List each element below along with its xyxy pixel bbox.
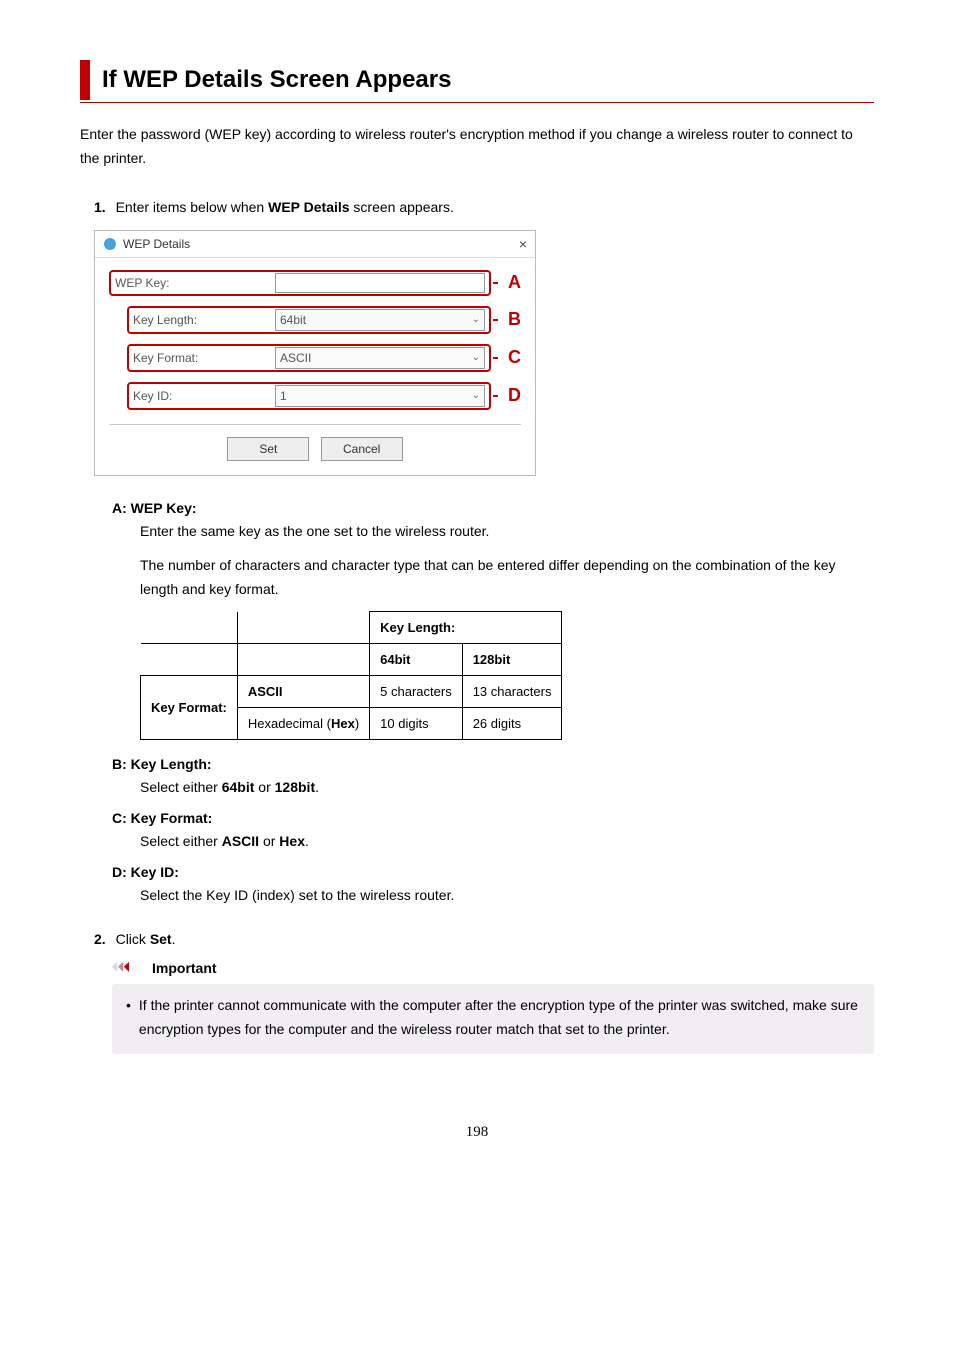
dialog-divider: [109, 424, 521, 425]
intro-text: Enter the password (WEP key) according t…: [80, 123, 874, 171]
def-c-body: Select either ASCII or Hex.: [140, 830, 874, 854]
th-64bit: 64bit: [370, 644, 463, 676]
key-length-select[interactable]: 64bit ⌄: [275, 309, 485, 331]
step1-number: 1.: [94, 199, 106, 215]
key-id-label: Key ID:: [133, 389, 275, 403]
wep-key-input[interactable]: [275, 273, 485, 293]
key-length-label: Key Length:: [133, 313, 275, 327]
key-id-value: 1: [280, 389, 287, 403]
key-format-select[interactable]: ASCII ⌄: [275, 347, 485, 369]
td-hex-64: 10 digits: [370, 708, 463, 740]
callout-letter-a: A: [508, 272, 521, 293]
hex-bold: Hex: [331, 716, 355, 731]
dialog-titlebar: WEP Details ×: [95, 231, 535, 258]
hex-pre: Hexadecimal (: [248, 716, 331, 731]
chevron-down-icon: ⌄: [472, 352, 480, 363]
step2-bold: Set: [150, 931, 172, 947]
callout-connector-c: [493, 357, 498, 359]
def-b-label: B: Key Length:: [112, 756, 874, 772]
callout-connector-a: [493, 282, 498, 284]
wep-key-label: WEP Key:: [115, 276, 275, 290]
callout-connector-b: [493, 319, 498, 321]
chevron-down-icon: ⌄: [472, 314, 480, 325]
wep-details-dialog: WEP Details × WEP Key: A Key Length:: [94, 230, 536, 476]
def-a-body1: Enter the same key as the one set to the…: [140, 520, 874, 544]
close-icon[interactable]: ×: [519, 236, 527, 252]
step-1: 1. Enter items below when WEP Details sc…: [94, 196, 874, 908]
key-id-row: Key ID: 1 ⌄ D: [109, 382, 521, 410]
cancel-button[interactable]: Cancel: [321, 437, 403, 461]
callout-letter-c: C: [508, 347, 521, 368]
def-d-body: Select the Key ID (index) set to the wir…: [140, 884, 874, 908]
dialog-button-row: Set Cancel: [109, 437, 521, 461]
key-format-row: Key Format: ASCII ⌄ C: [109, 344, 521, 372]
important-heading: Important: [112, 960, 874, 976]
def-a-label: A: WEP Key:: [112, 500, 874, 516]
th-keylength: Key Length:: [370, 612, 562, 644]
page-title: If WEP Details Screen Appears: [80, 60, 874, 100]
callout-letter-d: D: [508, 385, 521, 406]
key-id-select[interactable]: 1 ⌄: [275, 385, 485, 407]
td-ascii-128: 13 characters: [462, 676, 562, 708]
def-a-body2: The number of characters and character t…: [140, 554, 874, 602]
dialog-title-text: WEP Details: [123, 237, 190, 251]
th-keyformat: Key Format:: [141, 676, 238, 740]
wep-key-row: WEP Key: A: [109, 270, 521, 296]
td-hex-label: Hexadecimal (Hex): [237, 708, 369, 740]
def-c-label: C: Key Format:: [112, 810, 874, 826]
important-title: Important: [152, 960, 217, 976]
hex-post: ): [355, 716, 359, 731]
important-bullet-text: If the printer cannot communicate with t…: [139, 994, 860, 1042]
app-icon: [103, 237, 117, 251]
step2-number: 2.: [94, 931, 106, 947]
step2-pre: Click: [116, 931, 150, 947]
key-format-label: Key Format:: [133, 351, 275, 365]
page-title-block: If WEP Details Screen Appears: [80, 60, 874, 103]
key-length-row: Key Length: 64bit ⌄ B: [109, 306, 521, 334]
key-length-value: 64bit: [280, 313, 306, 327]
step1-suf: screen appears.: [350, 199, 454, 215]
key-format-value: ASCII: [280, 351, 311, 365]
th-128bit: 128bit: [462, 644, 562, 676]
step2-post: .: [172, 931, 176, 947]
step1-pre: Enter items below when: [116, 199, 269, 215]
callout-connector-d: [493, 395, 498, 397]
bullet-dot-icon: •: [126, 994, 131, 1042]
page-number: 198: [80, 1124, 874, 1141]
key-length-table: Key Length: 64bit 128bit Key Format: ASC…: [140, 611, 562, 740]
important-box: • If the printer cannot communicate with…: [112, 984, 874, 1054]
def-d-label: D: Key ID:: [112, 864, 874, 880]
step-2: 2. Click Set. Important • If the printer…: [94, 928, 874, 1054]
def-b-body: Select either 64bit or 128bit.: [140, 776, 874, 800]
set-button[interactable]: Set: [227, 437, 309, 461]
step1-bold: WEP Details: [268, 199, 349, 215]
td-ascii: ASCII: [237, 676, 369, 708]
td-ascii-64: 5 characters: [370, 676, 463, 708]
important-icon: [112, 960, 146, 976]
td-hex-128: 26 digits: [462, 708, 562, 740]
chevron-down-icon: ⌄: [472, 390, 480, 401]
callout-letter-b: B: [508, 309, 521, 330]
